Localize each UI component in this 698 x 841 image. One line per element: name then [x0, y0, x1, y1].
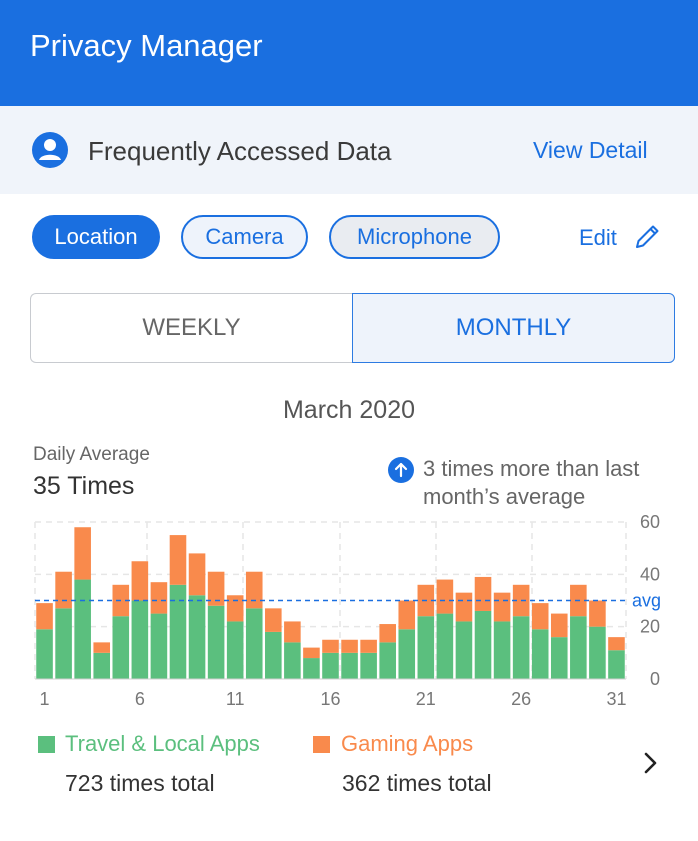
bar-gaming	[226, 595, 244, 622]
bar-travel	[131, 600, 149, 679]
bar-gaming	[93, 642, 111, 653]
chevron-right-icon[interactable]	[638, 748, 664, 778]
account-icon	[32, 132, 68, 168]
bar-gaming	[531, 603, 549, 630]
bar-gaming	[608, 637, 625, 651]
bar-gaming	[493, 592, 511, 622]
app-title: Privacy Manager	[30, 28, 263, 63]
tab-weekly[interactable]: WEEKLY	[30, 293, 352, 363]
x-tick-label: 1	[40, 689, 50, 709]
bar-gaming	[284, 621, 301, 643]
bar-travel	[226, 621, 244, 679]
bar-travel	[74, 579, 91, 679]
daily-average-label: Daily Average	[33, 444, 150, 465]
usage-chart: avg02040601 6 11 16 21 26 31	[34, 512, 661, 709]
bar-gaming	[322, 639, 339, 653]
bar-gaming	[303, 647, 320, 659]
x-tick-label: 16	[320, 689, 340, 709]
y-tick-label: 20	[640, 617, 660, 637]
bar-gaming	[265, 608, 282, 632]
bar-gaming	[398, 600, 416, 630]
bar-travel	[360, 652, 377, 679]
legend-label-travel: Travel & Local Apps	[65, 731, 260, 756]
legend-swatch-gaming	[313, 736, 330, 753]
bar-travel	[417, 616, 435, 679]
period-title: March 2020	[282, 396, 416, 424]
bar-travel	[570, 616, 587, 679]
bar-gaming	[474, 576, 492, 611]
bar-gaming	[589, 600, 606, 627]
bar-travel	[169, 584, 187, 679]
bar-gaming	[360, 639, 377, 653]
travel-total: 723 times total	[65, 770, 215, 796]
bar-travel	[512, 616, 530, 679]
bar-travel	[493, 621, 511, 679]
bar-gaming	[55, 571, 72, 609]
bar-travel	[188, 595, 206, 679]
x-tick-label: 26	[511, 689, 531, 709]
gaming-total: 362 times total	[342, 770, 492, 796]
bar-travel	[303, 658, 320, 679]
bar-gaming	[550, 613, 568, 638]
y-tick-label: 60	[640, 512, 660, 532]
legend-label-gaming: Gaming Apps	[341, 731, 474, 756]
bar-travel	[589, 626, 606, 679]
bar-gaming	[188, 553, 206, 596]
bar-gaming	[169, 535, 187, 585]
bar-gaming	[150, 582, 168, 614]
arrow-up-icon	[388, 457, 414, 483]
x-tick-label: 6	[135, 689, 145, 709]
bar-travel	[245, 608, 263, 679]
bar-gaming	[341, 639, 358, 653]
x-tick-label: 11	[226, 689, 245, 709]
pencil-icon[interactable]	[631, 221, 663, 253]
chip-microphone[interactable]: Microphone	[329, 215, 500, 259]
bar-travel	[550, 637, 568, 679]
tab-monthly[interactable]: MONTHLY	[352, 293, 675, 363]
x-tick-label: 21	[416, 689, 436, 709]
bar-travel	[112, 616, 130, 679]
bar-travel	[436, 613, 454, 679]
bar-gaming	[455, 592, 473, 622]
bar-travel	[531, 629, 549, 679]
bar-gaming	[74, 527, 91, 580]
bar-travel	[207, 605, 225, 679]
bar-gaming	[436, 579, 454, 614]
bar-travel	[265, 631, 282, 679]
view-detail-link[interactable]: View Detail	[533, 137, 648, 164]
x-tick-label: 31	[606, 689, 626, 709]
daily-average-value: 35 Times	[33, 472, 135, 500]
bar-travel	[608, 650, 625, 679]
bar-gaming	[131, 561, 149, 601]
trend-text: 3 times more than last month’s average	[423, 456, 640, 509]
chip-location[interactable]: Location	[32, 215, 160, 259]
bar-travel	[379, 642, 396, 679]
average-label: avg	[632, 591, 661, 611]
y-tick-label: 40	[640, 564, 660, 584]
bar-travel	[36, 629, 53, 679]
bar-gaming	[379, 624, 396, 643]
bar-travel	[93, 652, 111, 679]
bar-travel	[474, 610, 492, 679]
edit-button[interactable]: Edit	[579, 225, 617, 251]
app-bar: Privacy Manager	[0, 0, 698, 106]
y-tick-label: 0	[650, 669, 660, 689]
bar-gaming	[245, 571, 263, 609]
chip-camera[interactable]: Camera	[181, 215, 308, 259]
bar-travel	[341, 652, 358, 679]
bar-travel	[455, 621, 473, 679]
bar-travel	[150, 613, 168, 679]
bar-travel	[284, 642, 301, 679]
bar-travel	[398, 629, 416, 679]
legend-swatch-travel	[38, 736, 55, 753]
bar-travel	[55, 608, 72, 679]
bar-gaming	[36, 603, 53, 630]
section-title: Frequently Accessed Data	[88, 136, 392, 166]
bar-travel	[322, 652, 339, 679]
